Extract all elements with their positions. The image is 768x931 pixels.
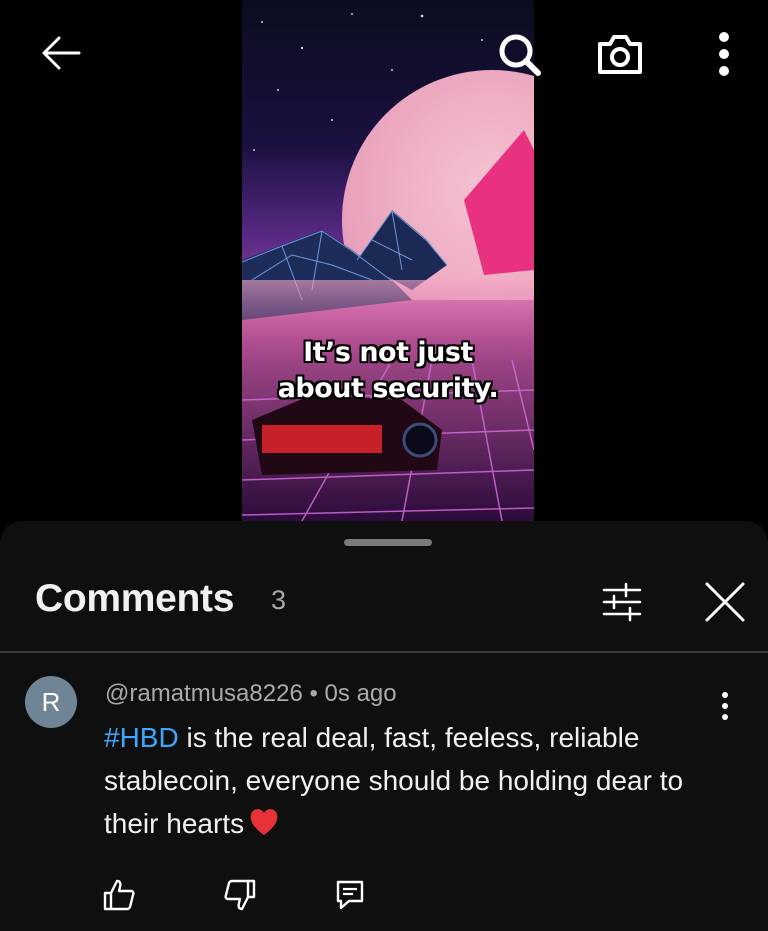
comments-title: Comments [35,577,235,620]
red-heart-icon [250,809,278,835]
reply-icon [336,880,364,910]
comment-body: is the real deal, fast, feeless, reliabl… [104,722,684,839]
caption-line-2: about security. [277,373,499,404]
like-icon [103,879,135,911]
avatar-letter: R [41,686,61,717]
search-button[interactable] [492,28,546,80]
close-icon [705,582,745,622]
filter-icon [602,582,642,622]
reply-button[interactable] [326,871,374,919]
comment-actions [0,871,768,921]
comments-panel: Comments 3 R @ramatmusa8226 • 0s ago #HB… [0,521,768,931]
dislike-button[interactable] [216,871,264,919]
back-button[interactable] [34,30,88,76]
video-caption: It’s not just about security. [242,335,534,407]
camera-icon [598,35,642,74]
avatar[interactable]: R [25,676,77,728]
comments-count: 3 [271,585,287,615]
comment-text: #HBD is the real deal, fast, feeless, re… [104,716,704,845]
video-player[interactable]: It’s not just about security. [0,0,768,521]
video-artwork [242,13,534,521]
more-vertical-icon [722,692,728,720]
meta-separator: • [302,680,325,707]
comment-author[interactable]: @ramatmusa8226 [105,680,303,707]
like-button[interactable] [95,871,143,919]
sort-filter-button[interactable] [596,579,648,625]
header-divider [0,651,768,653]
back-arrow-icon [42,36,81,70]
search-icon [499,34,541,76]
dislike-icon [224,879,256,911]
caption-line-1: It’s not just [303,337,473,368]
more-options-button[interactable] [704,28,744,80]
drag-handle[interactable] [344,539,432,546]
comment-options-button[interactable] [708,687,742,725]
comment-time: 0s ago [324,680,397,707]
camera-button[interactable] [592,28,648,80]
more-vertical-icon [719,32,729,76]
comment-hashtag[interactable]: #HBD [104,722,179,753]
comment-item: R @ramatmusa8226 • 0s ago #HBD is the re… [0,671,768,931]
comment-meta: @ramatmusa8226 • 0s ago [105,680,397,708]
close-button[interactable] [700,577,750,627]
comments-header: Comments 3 [0,561,768,651]
video-frame[interactable]: It’s not just about security. [242,0,534,521]
